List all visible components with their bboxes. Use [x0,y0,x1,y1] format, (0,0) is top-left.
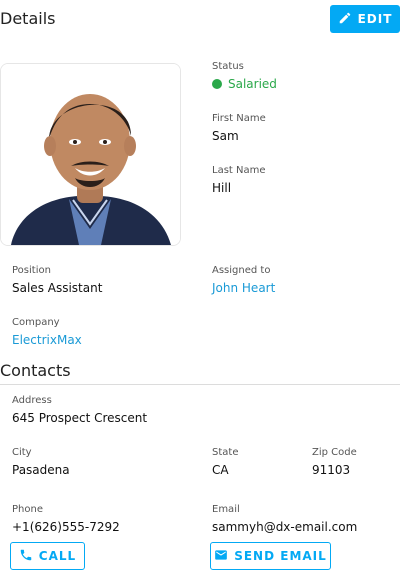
envelope-icon [214,548,228,565]
address-label: Address [12,395,52,406]
first-name-label: First Name [212,113,266,124]
status-badge: Salaried [212,77,277,91]
call-button[interactable]: CALL [10,542,85,570]
position-value: Sales Assistant [12,281,103,295]
email-value: sammyh@dx-email.com [212,520,358,534]
assigned-label: Assigned to [212,265,271,276]
call-button-label: CALL [38,549,77,563]
last-name-value: Hill [212,181,232,195]
address-value: 645 Prospect Crescent [12,411,148,425]
city-label: City [12,447,32,458]
contacts-title: Contacts [0,361,71,380]
details-title: Details [0,9,56,28]
contacts-divider [0,384,400,385]
profile-photo [0,63,181,246]
phone-value: +1(626)555-7292 [12,520,120,534]
city-value: Pasadena [12,463,70,477]
status-dot-icon [212,79,222,89]
first-name-value: Sam [212,129,239,143]
phone-label: Phone [12,504,43,515]
pencil-icon [338,11,352,28]
send-email-button-label: SEND EMAIL [234,549,327,563]
assigned-to-link[interactable]: John Heart [212,281,275,295]
company-label: Company [12,317,60,328]
state-value: CA [212,463,229,477]
zip-label: Zip Code [312,447,357,458]
status-value: Salaried [228,77,277,91]
email-label: Email [212,504,240,515]
company-link[interactable]: ElectrixMax [12,333,82,347]
last-name-label: Last Name [212,165,266,176]
edit-button-label: EDIT [357,12,393,26]
status-label: Status [212,61,244,72]
edit-button[interactable]: EDIT [330,5,400,33]
zip-value: 91103 [312,463,351,477]
position-label: Position [12,265,51,276]
send-email-button[interactable]: SEND EMAIL [210,542,331,570]
phone-icon [19,548,33,565]
state-label: State [212,447,239,458]
